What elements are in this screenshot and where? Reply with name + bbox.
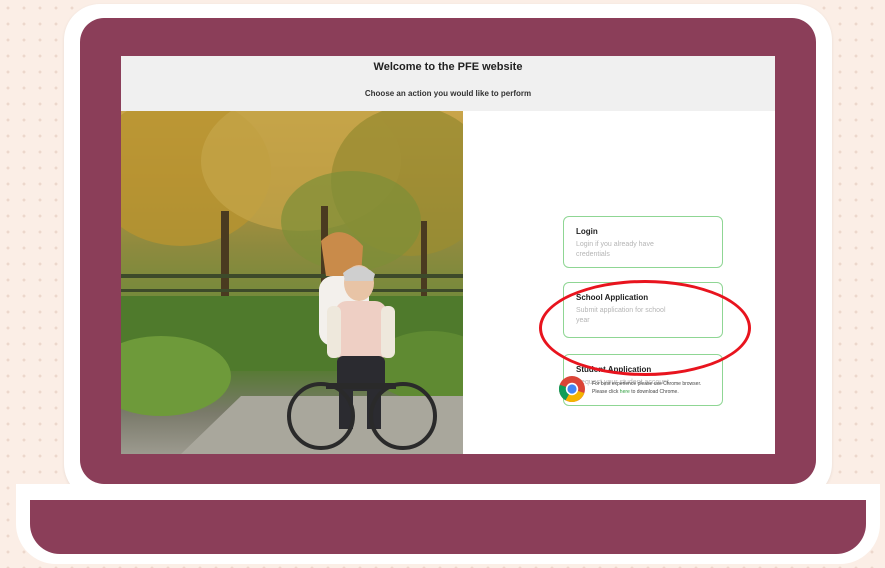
page-subtitle: Choose an action you would like to perfo…: [364, 89, 532, 98]
chrome-icon: [558, 376, 585, 402]
laptop-base: [30, 500, 866, 554]
chrome-notice: For best experience please use Chrome br…: [558, 375, 768, 403]
school-application-card-title: School Application: [576, 293, 649, 302]
student-application-card-title: Student Application: [576, 365, 652, 374]
chrome-notice-line-1: For best experience please use Chrome br…: [592, 381, 702, 387]
page-header: Welcome to the PFE website Choose an act…: [121, 56, 775, 111]
login-card-description-line-2: credentials: [576, 251, 610, 258]
login-card-description-line-1: Login if you already have: [576, 241, 654, 248]
page-title: Welcome to the PFE website: [373, 61, 523, 73]
login-card-description: Login if you already have credentials: [576, 240, 710, 260]
login-card[interactable]: Login Login if you already have credenti…: [563, 216, 723, 268]
school-application-card-description-line-1: Submit application for school: [576, 307, 666, 314]
school-application-card-description: Submit application for school year: [576, 306, 710, 326]
login-card-title: Login: [576, 227, 598, 236]
laptop-screen: Welcome to the PFE website Choose an act…: [121, 56, 775, 454]
school-application-card[interactable]: School Application Submit application fo…: [563, 282, 723, 338]
hero-photo-illustration: [121, 111, 463, 454]
download-chrome-link[interactable]: here: [620, 389, 630, 395]
chrome-notice-text: For best experience please use Chrome br…: [592, 380, 701, 396]
chrome-notice-line-2-suffix: to download Chrome.: [629, 389, 679, 395]
hero-photo: [121, 111, 463, 454]
chrome-notice-line-2-prefix: Please click: [592, 389, 620, 395]
school-application-card-description-line-2: year: [576, 317, 590, 324]
